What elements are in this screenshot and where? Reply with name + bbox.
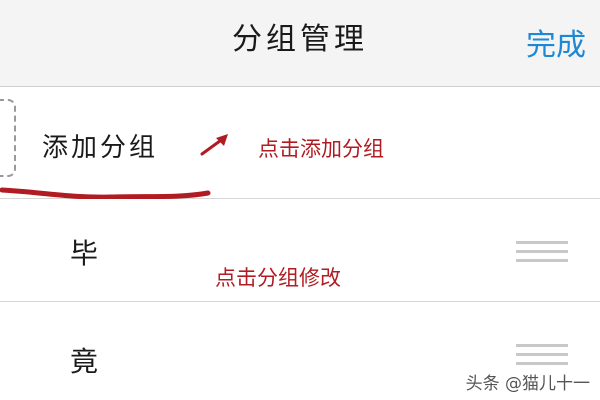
add-group-label[interactable]: 添加分组	[42, 127, 158, 164]
done-button[interactable]: 完成	[526, 20, 586, 64]
group-name[interactable]: 竟	[70, 340, 98, 380]
watermark: 头条 @猫儿十一	[465, 374, 590, 394]
page-title: 分组管理	[232, 22, 368, 57]
drag-handle-icon[interactable]	[516, 344, 568, 366]
edit-group-hint: 点击分组修改	[215, 266, 341, 290]
annotation-arrow-icon	[200, 134, 228, 156]
nav-bar: 分组管理 完成	[0, 0, 600, 87]
add-group-hint: 点击添加分组	[258, 137, 384, 161]
drag-handle-icon[interactable]	[516, 241, 568, 263]
add-group-icon[interactable]	[0, 99, 16, 177]
group-name[interactable]: 毕	[70, 232, 98, 272]
